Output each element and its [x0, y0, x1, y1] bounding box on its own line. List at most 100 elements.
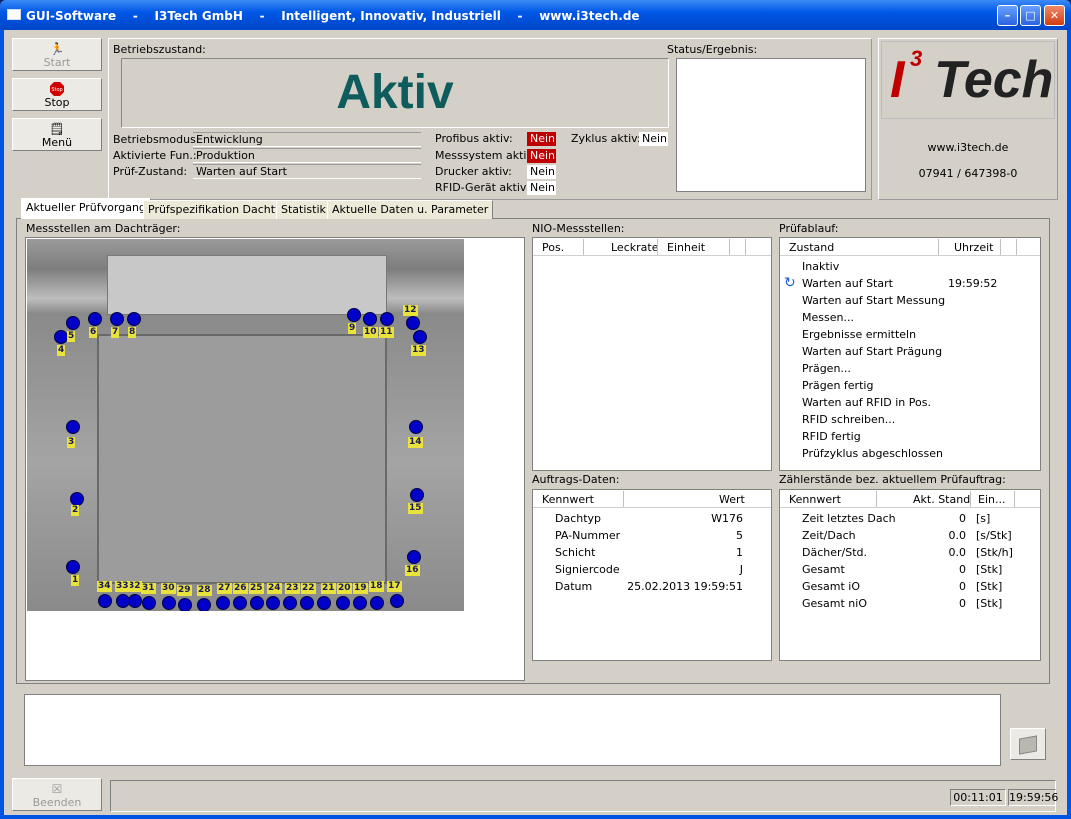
- measuring-point[interactable]: [233, 596, 247, 610]
- list-item[interactable]: Zeit/Dach 0.0 [s/Stk]: [780, 527, 1040, 544]
- measuring-point[interactable]: [128, 594, 142, 608]
- measuring-point[interactable]: [406, 316, 420, 330]
- list-item[interactable]: Warten auf Start 19:59:52: [780, 275, 1040, 292]
- state-cell: Messen...: [802, 311, 854, 324]
- list-item[interactable]: Prüfzyklus abgeschlossen: [780, 445, 1040, 462]
- measuring-point[interactable]: [347, 308, 361, 322]
- beenden-label: Beenden: [32, 796, 82, 809]
- minimize-button[interactable]: –: [997, 5, 1018, 26]
- menu-button[interactable]: 🗒 Menü: [12, 118, 102, 151]
- value-cell: 0.0: [948, 546, 967, 559]
- list-item[interactable]: Prägen fertig: [780, 377, 1040, 394]
- list-item[interactable]: Gesamt niO 0 [Stk]: [780, 595, 1040, 612]
- stop-button[interactable]: Stop Stop: [12, 78, 102, 111]
- measuring-point-label: 10: [363, 327, 378, 338]
- measuring-point[interactable]: [216, 596, 230, 610]
- tab-page: Messstellen am Dachträger: 1 2 3 4 5 6 7 8 9 10 11…: [17, 219, 1049, 683]
- stop-label: Stop: [44, 96, 70, 109]
- measuring-point[interactable]: [353, 596, 367, 610]
- list-item[interactable]: Messen...: [780, 309, 1040, 326]
- measuring-point[interactable]: [54, 330, 68, 344]
- zyklus-label: Zyklus aktiv:: [571, 132, 641, 145]
- betriebsmodus-value: Entwicklung: [193, 132, 421, 147]
- tab-aktueller-pruefvorgang[interactable]: Aktueller Prüfvorgang: [21, 198, 151, 219]
- measuring-point[interactable]: [66, 560, 80, 574]
- measuring-point[interactable]: [336, 596, 350, 610]
- measuring-point[interactable]: [407, 550, 421, 564]
- list-item[interactable]: PA-Nummer 5: [533, 527, 771, 544]
- list-item[interactable]: Warten auf Start Messung: [780, 292, 1040, 309]
- eraser-icon: [1019, 735, 1037, 755]
- measuring-point[interactable]: [410, 488, 424, 502]
- unit-cell: [Stk]: [976, 580, 1003, 593]
- state-cell: Prüfzyklus abgeschlossen: [802, 447, 943, 460]
- tab-statistik[interactable]: Statistik: [276, 200, 331, 219]
- list-item[interactable]: Dachtyp W176: [533, 510, 771, 527]
- roof-opening: [97, 334, 387, 584]
- key-cell: Zeit/Dach: [802, 529, 856, 542]
- zaehler-list[interactable]: Kennwert Akt. Stand Ein... Zeit letztes …: [779, 489, 1041, 661]
- measuring-point[interactable]: [380, 312, 394, 326]
- key-cell: Dächer/Std.: [802, 546, 868, 559]
- measuring-point[interactable]: [197, 598, 211, 611]
- measuring-point[interactable]: [142, 596, 156, 610]
- state-cell: Warten auf Start: [802, 277, 893, 290]
- brand-panel: I 3 Tech www.i3tech.de 07941 / 647398-0: [878, 38, 1058, 200]
- measuring-point[interactable]: [266, 596, 280, 610]
- measuring-point[interactable]: [127, 312, 141, 326]
- start-button[interactable]: 🏃 Start: [12, 38, 102, 71]
- measuring-point-label: 28: [197, 585, 212, 596]
- list-item[interactable]: Gesamt iO 0 [Stk]: [780, 578, 1040, 595]
- tab-pruefspezifikation[interactable]: Prüfspezifikation Dachtyp: [143, 200, 294, 219]
- beenden-button[interactable]: ☒ Beenden: [12, 778, 102, 811]
- list-item[interactable]: Schicht 1: [533, 544, 771, 561]
- list-item[interactable]: Dächer/Std. 0.0 [Stk/h]: [780, 544, 1040, 561]
- measuring-point[interactable]: [363, 312, 377, 326]
- list-item[interactable]: Warten auf Start Prägung: [780, 343, 1040, 360]
- list-item[interactable]: RFID fertig: [780, 428, 1040, 445]
- menu-label: Menü: [41, 136, 73, 149]
- roof-front-panel: [107, 255, 387, 315]
- measuring-point[interactable]: [300, 596, 314, 610]
- measuring-point[interactable]: [317, 596, 331, 610]
- measuring-point[interactable]: [66, 316, 80, 330]
- list-item[interactable]: Prägen...: [780, 360, 1040, 377]
- nio-list[interactable]: Pos. Leckrate Einheit: [532, 237, 772, 471]
- measuring-point-label: 20: [337, 583, 352, 594]
- tab-strip: Aktueller Prüfvorgang Prüfspezifikation …: [17, 198, 1049, 219]
- maximize-button[interactable]: □: [1020, 5, 1041, 26]
- measuring-point[interactable]: [370, 596, 384, 610]
- measuring-point[interactable]: [390, 594, 404, 608]
- measuring-point[interactable]: [250, 596, 264, 610]
- close-button[interactable]: ✕: [1044, 5, 1065, 26]
- erase-button[interactable]: [1010, 728, 1046, 760]
- pruefablauf-list[interactable]: Zustand Uhrzeit Inaktiv Warten auf Start 1…: [779, 237, 1041, 471]
- phone-text: 07941 / 647398-0: [918, 167, 1018, 180]
- measuring-point[interactable]: [66, 420, 80, 434]
- measuring-point[interactable]: [98, 594, 112, 608]
- measuring-point[interactable]: [409, 420, 423, 434]
- auftrag-label: Auftrags-Daten:: [532, 473, 620, 486]
- list-item[interactable]: Signiercode J: [533, 561, 771, 578]
- list-item[interactable]: Zeit letztes Dach 0 [s]: [780, 510, 1040, 527]
- measuring-point[interactable]: [162, 596, 176, 610]
- measuring-point[interactable]: [178, 598, 192, 611]
- measuring-point[interactable]: [116, 594, 130, 608]
- tab-aktuelle-daten[interactable]: Aktuelle Daten u. Parameter: [327, 200, 494, 219]
- measuring-point[interactable]: [88, 312, 102, 326]
- measuring-point[interactable]: [283, 596, 297, 610]
- measuring-point[interactable]: [413, 330, 427, 344]
- pruef-zustand-value: Warten auf Start: [193, 164, 421, 179]
- list-item[interactable]: Gesamt 0 [Stk]: [780, 561, 1040, 578]
- value-cell: 1: [736, 546, 743, 559]
- list-item[interactable]: Datum 25.02.2013 19:59:51: [533, 578, 771, 595]
- status-ergebnis-label: Status/Ergebnis:: [667, 43, 758, 56]
- measuring-point[interactable]: [110, 312, 124, 326]
- profibus-value: Nein: [527, 132, 556, 146]
- list-item[interactable]: Ergebnisse ermitteln: [780, 326, 1040, 343]
- list-item[interactable]: Warten auf RFID in Pos.: [780, 394, 1040, 411]
- auftrag-list[interactable]: Kennwert Wert Dachtyp W176 PA-Nummer 5 Schic…: [532, 489, 772, 661]
- measuring-point[interactable]: [70, 492, 84, 506]
- list-item[interactable]: Inaktiv: [780, 258, 1040, 275]
- list-item[interactable]: RFID schreiben...: [780, 411, 1040, 428]
